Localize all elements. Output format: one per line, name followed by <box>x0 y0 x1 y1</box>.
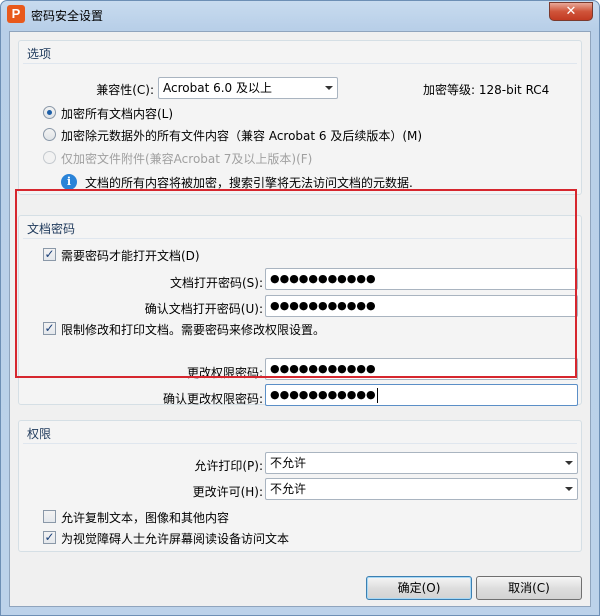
options-group: 选项 兼容性(C): Acrobat 6.0 及以上 加密等级: 128-bit… <box>18 40 582 195</box>
radio-encrypt-except-metadata-label[interactable]: 加密除元数据外的所有文件内容（兼容 Acrobat 6 及后续版本）(M) <box>61 127 422 144</box>
app-logo-icon: P <box>7 5 25 23</box>
chevron-down-icon[interactable] <box>565 461 573 465</box>
text-caret <box>376 387 378 403</box>
document-password-group-title: 文档密码 <box>27 222 76 236</box>
compat-select-value: Acrobat 6.0 及以上 <box>163 81 272 95</box>
document-password-group: 文档密码 ✓ 需要密码才能打开文档(D) 文档打开密码(S): ●●●●●●●●… <box>18 215 582 406</box>
options-group-title: 选项 <box>27 47 52 61</box>
dialog-window: P 密码安全设置 ✕ 选项 兼容性(C): Acrobat 6.0 及以上 加密… <box>0 0 600 616</box>
restrict-editing-checkbox[interactable]: ✓ <box>43 322 56 335</box>
ok-button[interactable]: 确定(O) <box>366 576 472 600</box>
compat-label: 兼容性(C): <box>96 83 154 97</box>
change-permission-select[interactable]: 不允许 <box>265 478 578 500</box>
confirm-open-password-value: ●●●●●●●●●●● <box>270 299 376 312</box>
radio-encrypt-attachments-label: 仅加密文件附件(兼容Acrobat 7及以上版本)(F) <box>61 152 313 166</box>
close-button[interactable]: ✕ <box>549 2 593 21</box>
allow-print-label: 允许打印(P): <box>194 459 263 473</box>
group-divider <box>23 63 577 64</box>
radio-encrypt-all[interactable] <box>43 106 56 119</box>
screen-reader-checkbox[interactable]: ✓ <box>43 531 56 544</box>
open-password-field[interactable]: ●●●●●●●●●●● <box>265 268 578 290</box>
chevron-down-icon[interactable] <box>325 86 333 90</box>
compat-select[interactable]: Acrobat 6.0 及以上 <box>158 77 338 99</box>
allow-print-select[interactable]: 不允许 <box>265 452 578 474</box>
radio-encrypt-except-metadata[interactable] <box>43 128 56 141</box>
confirm-open-password-field[interactable]: ●●●●●●●●●●● <box>265 295 578 317</box>
encryption-level: 加密等级: 128-bit RC4 <box>423 83 550 97</box>
info-text: 文档的所有内容将被加密，搜索引擎将无法访问文档的元数据. <box>85 176 413 190</box>
permissions-password-label: 更改权限密码: <box>186 366 263 380</box>
change-permission-label: 更改许可(H): <box>192 485 263 499</box>
dialog-body: 选项 兼容性(C): Acrobat 6.0 及以上 加密等级: 128-bit… <box>9 31 591 607</box>
permissions-group: 权限 允许打印(P): 不允许 更改许可(H): 不允许 允许复制文本，图像和其… <box>18 420 582 552</box>
permissions-password-value: ●●●●●●●●●●● <box>270 362 376 375</box>
restrict-editing-label[interactable]: 限制修改和打印文档。需要密码来修改权限设置。 <box>61 321 325 338</box>
title-bar[interactable]: P 密码安全设置 ✕ <box>1 1 599 29</box>
require-open-password-checkbox[interactable]: ✓ <box>43 248 56 261</box>
screen-reader-label[interactable]: 为视觉障碍人士允许屏幕阅读设备访问文本 <box>61 530 289 547</box>
open-password-label: 文档打开密码(S): <box>169 276 263 290</box>
radio-encrypt-attachments <box>43 151 56 164</box>
confirm-permissions-password-value: ●●●●●●●●●●● <box>270 388 376 401</box>
cancel-button[interactable]: 取消(C) <box>476 576 582 600</box>
open-password-value: ●●●●●●●●●●● <box>270 272 376 285</box>
change-permission-value: 不允许 <box>270 482 307 496</box>
chevron-down-icon[interactable] <box>565 487 573 491</box>
require-open-password-label[interactable]: 需要密码才能打开文档(D) <box>61 247 200 264</box>
radio-encrypt-all-label[interactable]: 加密所有文档内容(L) <box>61 105 173 122</box>
allow-copy-label[interactable]: 允许复制文本，图像和其他内容 <box>61 509 229 526</box>
info-icon: i <box>61 174 77 190</box>
confirm-open-password-label: 确认文档打开密码(U): <box>144 302 263 316</box>
allow-print-value: 不允许 <box>270 456 307 470</box>
group-divider <box>23 238 577 239</box>
permissions-password-field[interactable]: ●●●●●●●●●●● <box>265 358 578 380</box>
confirm-permissions-password-label: 确认更改权限密码: <box>162 392 263 406</box>
window-title: 密码安全设置 <box>31 9 104 23</box>
allow-copy-checkbox[interactable] <box>43 510 56 523</box>
permissions-group-title: 权限 <box>27 427 52 441</box>
confirm-permissions-password-field[interactable]: ●●●●●●●●●●● <box>265 384 578 406</box>
group-divider <box>23 443 577 444</box>
